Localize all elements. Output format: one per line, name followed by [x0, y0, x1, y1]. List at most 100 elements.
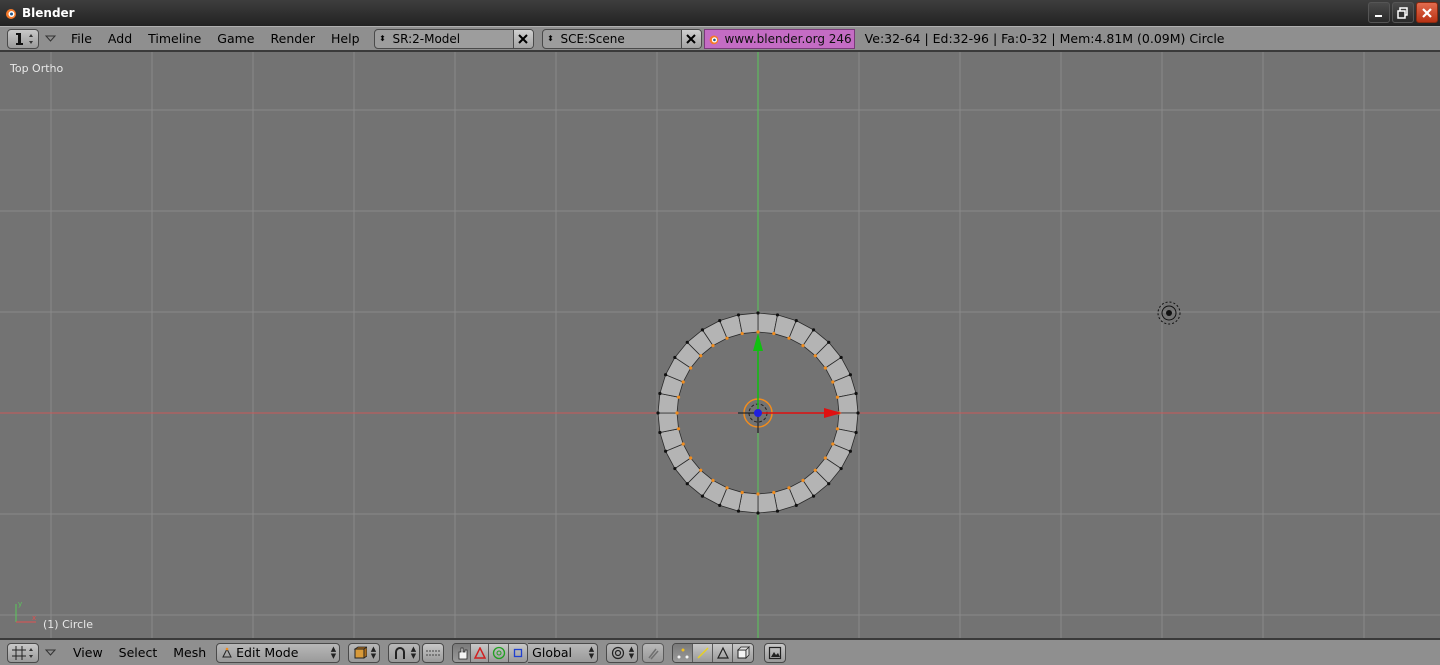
mesh-vertex: [848, 449, 852, 453]
mesh-face: [738, 312, 759, 334]
scene-name[interactable]: SCE:Scene: [559, 32, 681, 46]
mesh-vertex: [700, 328, 705, 332]
maximize-button[interactable]: [1392, 2, 1414, 23]
minimize-button[interactable]: [1368, 2, 1390, 23]
menu-help[interactable]: Help: [323, 28, 368, 50]
selected-vertex: [801, 344, 805, 348]
mesh-vertex: [664, 373, 668, 377]
pivot-selector[interactable]: ▲ ▼: [388, 642, 421, 663]
mode-value: Edit Mode: [236, 645, 299, 660]
info-icon: [16, 32, 33, 45]
selected-vertex: [740, 490, 744, 495]
transform-manipulator-group: [452, 642, 529, 663]
site-label: www.blender.org 246: [724, 31, 852, 46]
proportional-edit-selector[interactable]: ▲ ▼: [606, 642, 639, 663]
scale-square-button[interactable]: [509, 643, 528, 662]
blender-site-link[interactable]: www.blender.org 246: [703, 28, 855, 49]
selected-vertex: [787, 486, 791, 490]
mesh-vertex: [811, 494, 816, 498]
square-icon: [514, 648, 523, 657]
menu-select[interactable]: Select: [111, 642, 166, 664]
updown-arrows-icon: ⬍: [379, 34, 386, 43]
selected-vertex: [831, 442, 835, 446]
mesh-vertex: [811, 328, 816, 332]
manipulator-toggle[interactable]: [422, 642, 445, 663]
mesh-face: [757, 492, 778, 514]
menu-mesh[interactable]: Mesh: [165, 642, 214, 664]
circle-target-icon: [492, 646, 505, 659]
viewport-canvas[interactable]: [0, 52, 1440, 638]
selected-vertex: [801, 478, 805, 482]
selected-vertex: [725, 486, 729, 490]
selected-vertex: [772, 490, 776, 495]
solid-draw-icon: [353, 646, 368, 659]
collapse-menu-icon[interactable]: [43, 31, 59, 47]
selected-vertex: [835, 395, 840, 399]
translate-manipulator-button[interactable]: [453, 643, 472, 662]
vertex-select-button[interactable]: [673, 643, 694, 662]
screen-selector[interactable]: ⬍ SR:2-Model: [373, 28, 534, 49]
edge-select-button[interactable]: [693, 643, 714, 662]
snap-toggle[interactable]: [642, 642, 665, 663]
menu-timeline[interactable]: Timeline: [140, 28, 209, 50]
updown-arrows-icon: ▲ ▼: [628, 644, 635, 660]
menu-add[interactable]: Add: [100, 28, 140, 50]
mesh-vertex: [756, 511, 760, 515]
mesh-vertex: [700, 494, 705, 498]
mesh-vertex: [794, 503, 798, 507]
view3d-icon: [12, 645, 33, 660]
blender-logo-icon: [6, 9, 16, 19]
lamp-center: [1166, 310, 1172, 316]
mode-selector[interactable]: Edit Mode ▲ ▼: [216, 642, 341, 663]
mesh-vertex: [854, 430, 858, 435]
menu-view[interactable]: View: [65, 642, 111, 664]
editor-type-button[interactable]: [7, 28, 39, 49]
view3d-editor-type-button[interactable]: [7, 642, 39, 663]
menu-render[interactable]: Render: [263, 28, 324, 50]
orientation-value: Global: [532, 645, 573, 660]
image-icon: [769, 646, 782, 659]
draw-type-selector[interactable]: ▲ ▼: [348, 642, 381, 663]
3d-viewport[interactable]: Top Ortho y x (1) Circle: [0, 52, 1440, 638]
selected-vertex: [675, 411, 679, 415]
collapse-menu-icon[interactable]: [43, 645, 59, 661]
mesh-vertex: [794, 319, 798, 323]
screen-name[interactable]: SR:2-Model: [391, 32, 513, 46]
scene-selector[interactable]: ⬍ SCE:Scene: [541, 28, 702, 49]
selected-vertex: [835, 427, 840, 431]
window-titlebar: Blender: [0, 0, 1440, 26]
selected-vertex: [699, 468, 703, 472]
mesh-vertex: [685, 482, 689, 486]
triangle-icon: [473, 646, 486, 659]
close-button[interactable]: [1416, 2, 1438, 23]
mesh-vertex: [673, 466, 677, 471]
mesh-vertex: [664, 449, 668, 453]
delete-scene-button[interactable]: [680, 29, 701, 48]
minimize-icon: [1375, 14, 1382, 17]
mesh-vertex: [673, 355, 677, 360]
menu-file[interactable]: File: [63, 28, 100, 50]
occlude-geometry-button[interactable]: [733, 643, 754, 662]
delete-screen-button[interactable]: [512, 29, 533, 48]
close-icon: [1422, 7, 1432, 18]
viewport-background: [0, 52, 1440, 638]
rotate-manipulator-button[interactable]: [471, 643, 490, 662]
orientation-selector[interactable]: Global ▲ ▼: [528, 642, 599, 663]
info-header: File Add Timeline Game Render Help ⬍ SR:…: [0, 26, 1440, 52]
mesh-vertex: [827, 340, 831, 344]
mesh-vertex: [658, 391, 662, 396]
edit-mode-icon: [222, 647, 232, 657]
face-select-button[interactable]: [713, 643, 734, 662]
selected-vertex: [725, 336, 729, 340]
menu-game[interactable]: Game: [209, 28, 262, 50]
proportional-icon: [612, 646, 625, 659]
scale-manipulator-button[interactable]: [489, 643, 510, 662]
select-mode-group: [672, 642, 755, 663]
updown-arrows-icon: ▲ ▼: [410, 644, 417, 660]
cube-icon: [737, 645, 751, 659]
selected-vertex: [787, 336, 791, 340]
mesh-vertex: [756, 311, 760, 315]
render-preview-button[interactable]: [764, 642, 787, 663]
selected-vertex: [823, 456, 827, 460]
svg-text:y: y: [18, 600, 22, 608]
